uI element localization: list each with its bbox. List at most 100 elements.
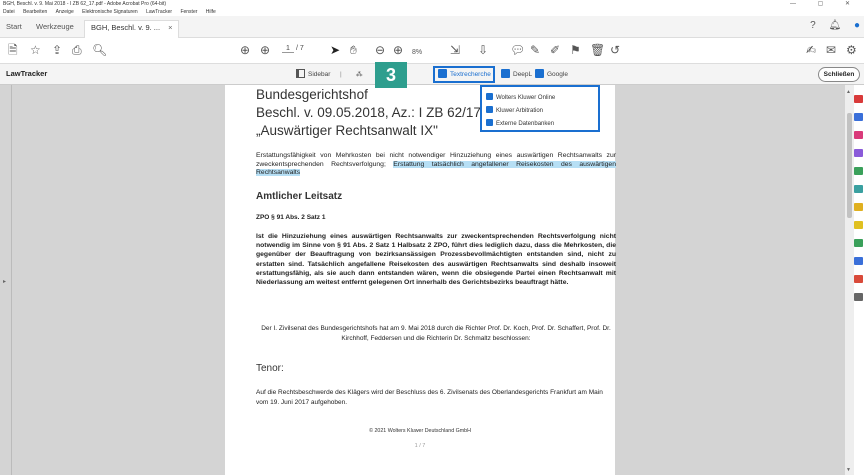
zoom-search-icon[interactable]: 🔍︎ [92, 43, 107, 57]
right-tools-panel [854, 85, 864, 475]
step-badge: 3 [375, 62, 407, 88]
zoom-in-icon[interactable]: ⊕ [393, 43, 403, 57]
main-toolbar: 🗎︎ ☆ ⇪ ⎙ 🔍︎ ⊕ ⊕ 1 / 7 ➤ ✋︎ ⊖ ⊕ 8% ⇲ ⇩ 💬︎… [0, 38, 864, 64]
page-indicator: 1 / 7 [282, 45, 304, 53]
court-name: Bundesgerichtshof [256, 87, 368, 102]
google-icon [535, 69, 544, 78]
menu-bearbeiten[interactable]: Bearbeiten [23, 9, 47, 15]
menu-signaturen[interactable]: Elektronische Signaturen [82, 9, 138, 15]
scrollbar-thumb[interactable] [847, 113, 852, 218]
window-title: BGH, Beschl. v. 9. Mai 2018 - I ZB 62_17… [3, 1, 167, 7]
deepl-button[interactable]: DeepL [501, 68, 532, 81]
google-button[interactable]: Google [535, 68, 568, 81]
scroll-up-icon[interactable]: ▲ [846, 89, 851, 95]
redact-icon[interactable] [854, 275, 863, 283]
print-production-icon[interactable] [854, 239, 863, 247]
export-pdf-icon[interactable] [854, 95, 863, 103]
close-lawtracker-button[interactable]: Schließen [818, 67, 860, 82]
scroll-down-icon[interactable]: ▼ [846, 467, 851, 473]
leitsatz-body: Ist die Hinzuziehung eines auswärtigen R… [256, 233, 616, 287]
organize-pages-icon[interactable] [854, 185, 863, 193]
expand-arrow-icon[interactable]: ▸ [3, 278, 6, 285]
senat-text: Der I. Zivilsenat des Bundesgerichtshofs… [261, 325, 611, 342]
create-pdf-icon[interactable] [854, 113, 863, 121]
sidebar-label: Sidebar [308, 71, 331, 78]
sidebar-button[interactable]: Sidebar [296, 68, 330, 81]
sidebar-icon [296, 69, 305, 78]
highlight-mark-icon[interactable]: ⁂ [356, 68, 363, 81]
tenor-body: Auf die Rechtsbeschwerde des Klägers wir… [256, 389, 603, 406]
protect-icon[interactable] [854, 257, 863, 265]
top-right-icons: ? 🔔︎ ● [800, 20, 860, 31]
deepl-label: DeepL [513, 71, 533, 78]
menu-bar: Datei Bearbeiten Anzeige Elektronische S… [0, 8, 864, 16]
scroll-mode-icon[interactable]: ⇩ [478, 43, 488, 57]
zoom-out-icon[interactable]: ⊖ [375, 43, 385, 57]
tab-start[interactable]: Start [6, 20, 22, 34]
page-total: / 7 [295, 45, 304, 52]
bookmark-star-icon[interactable]: ☆ [30, 43, 41, 57]
wk-icon [486, 106, 493, 113]
divider: | [340, 71, 342, 78]
profile-icon[interactable]: ● [854, 20, 860, 31]
dropdown-item-wolters-kluwer-online[interactable]: Wolters Kluwer Online [486, 93, 555, 103]
case-name: „Auswärtiger Rechtsanwalt IX" [256, 123, 438, 138]
page-up-icon[interactable]: ⊕ [240, 43, 250, 57]
tab-document-label: BGH, Beschl. v. 9. ... [91, 23, 161, 32]
edit-pdf-icon[interactable] [854, 131, 863, 139]
annotate-icon[interactable] [854, 221, 863, 229]
share-icon[interactable]: ⚙︎ [846, 43, 857, 57]
lawtracker-brand: LawTracker [6, 69, 48, 78]
print-icon[interactable]: ⎙ [72, 43, 82, 57]
dropdown-item-kluwer-arbitration[interactable]: Kluwer Arbitration [486, 106, 543, 116]
dropdown-label: Kluwer Arbitration [496, 108, 544, 114]
copyright: © 2021 Wolters Kluwer Deutschland GmbH [369, 428, 471, 434]
fill-sign-icon[interactable] [854, 149, 863, 157]
window-controls[interactable]: — ▢ ✕ [790, 0, 860, 8]
delete-icon[interactable]: 🗑︎ [590, 43, 605, 57]
zpo-reference: ZPO § 91 Abs. 2 Satz 1 [256, 214, 326, 221]
undo-icon[interactable]: ↺ [610, 43, 620, 57]
leitsatz-heading: Amtlicher Leitsatz [256, 191, 343, 202]
tab-close-icon[interactable]: × [168, 23, 172, 32]
menu-hilfe[interactable]: Hilfe [206, 9, 216, 15]
help-icon[interactable]: ? [810, 20, 816, 31]
sign-icon[interactable]: ✍︎ [806, 43, 816, 57]
pen-icon[interactable]: ✎ [530, 43, 540, 57]
left-panel-toggle[interactable]: ▸ [0, 85, 12, 475]
page-current-input[interactable]: 1 [282, 45, 294, 53]
comment-tool-icon[interactable] [854, 203, 863, 211]
stamp-icon[interactable]: ⚑ [570, 43, 581, 57]
title-bar: BGH, Beschl. v. 9. Mai 2018 - I ZB 62_17… [0, 0, 864, 8]
tab-document[interactable]: BGH, Beschl. v. 9. ... × [84, 20, 180, 38]
fit-icon[interactable]: ⇲ [450, 43, 460, 57]
lawtracker-bar: LawTracker Sidebar | ⁂ Textrecherche Dee… [0, 64, 864, 85]
vertical-scrollbar[interactable]: ▲ ▼ [845, 85, 854, 475]
google-label: Google [547, 71, 568, 78]
dropdown-item-externe-datenbanken[interactable]: Externe Datenbanken [486, 119, 554, 129]
hand-icon[interactable]: ✋︎ [350, 43, 357, 57]
scan-icon[interactable] [854, 167, 863, 175]
pdf-page: Bundesgerichtshof Beschl. v. 09.05.2018,… [225, 85, 616, 475]
comment-icon[interactable]: 💬︎ [510, 43, 525, 57]
more-tools-icon[interactable] [854, 293, 863, 301]
tenor-heading: Tenor: [256, 363, 284, 374]
mail-icon[interactable]: ✉︎ [826, 43, 836, 57]
wk-icon [486, 93, 493, 100]
zoom-level[interactable]: 8% [412, 46, 422, 60]
textrecherche-highlight-frame [433, 66, 495, 83]
summary: Erstattungsfähigkeit von Mehrkosten bei … [256, 152, 616, 178]
tab-tools[interactable]: Werkzeuge [36, 20, 74, 34]
bell-icon[interactable]: 🔔︎ [828, 20, 841, 31]
menu-lawtracker[interactable]: LawTracker [146, 9, 172, 15]
menu-fenster[interactable]: Fenster [180, 9, 197, 15]
upload-icon[interactable]: ⇪ [52, 43, 62, 57]
highlight-icon[interactable]: ✐ [550, 43, 560, 57]
dropdown-label: Wolters Kluwer Online [496, 95, 556, 101]
select-cursor-icon[interactable]: ➤ [330, 43, 340, 57]
page-down-icon[interactable]: ⊕ [260, 43, 270, 57]
menu-datei[interactable]: Datei [3, 9, 15, 15]
create-icon[interactable]: 🗎︎ [8, 43, 18, 57]
deepl-icon [501, 69, 510, 78]
menu-anzeige[interactable]: Anzeige [56, 9, 74, 15]
